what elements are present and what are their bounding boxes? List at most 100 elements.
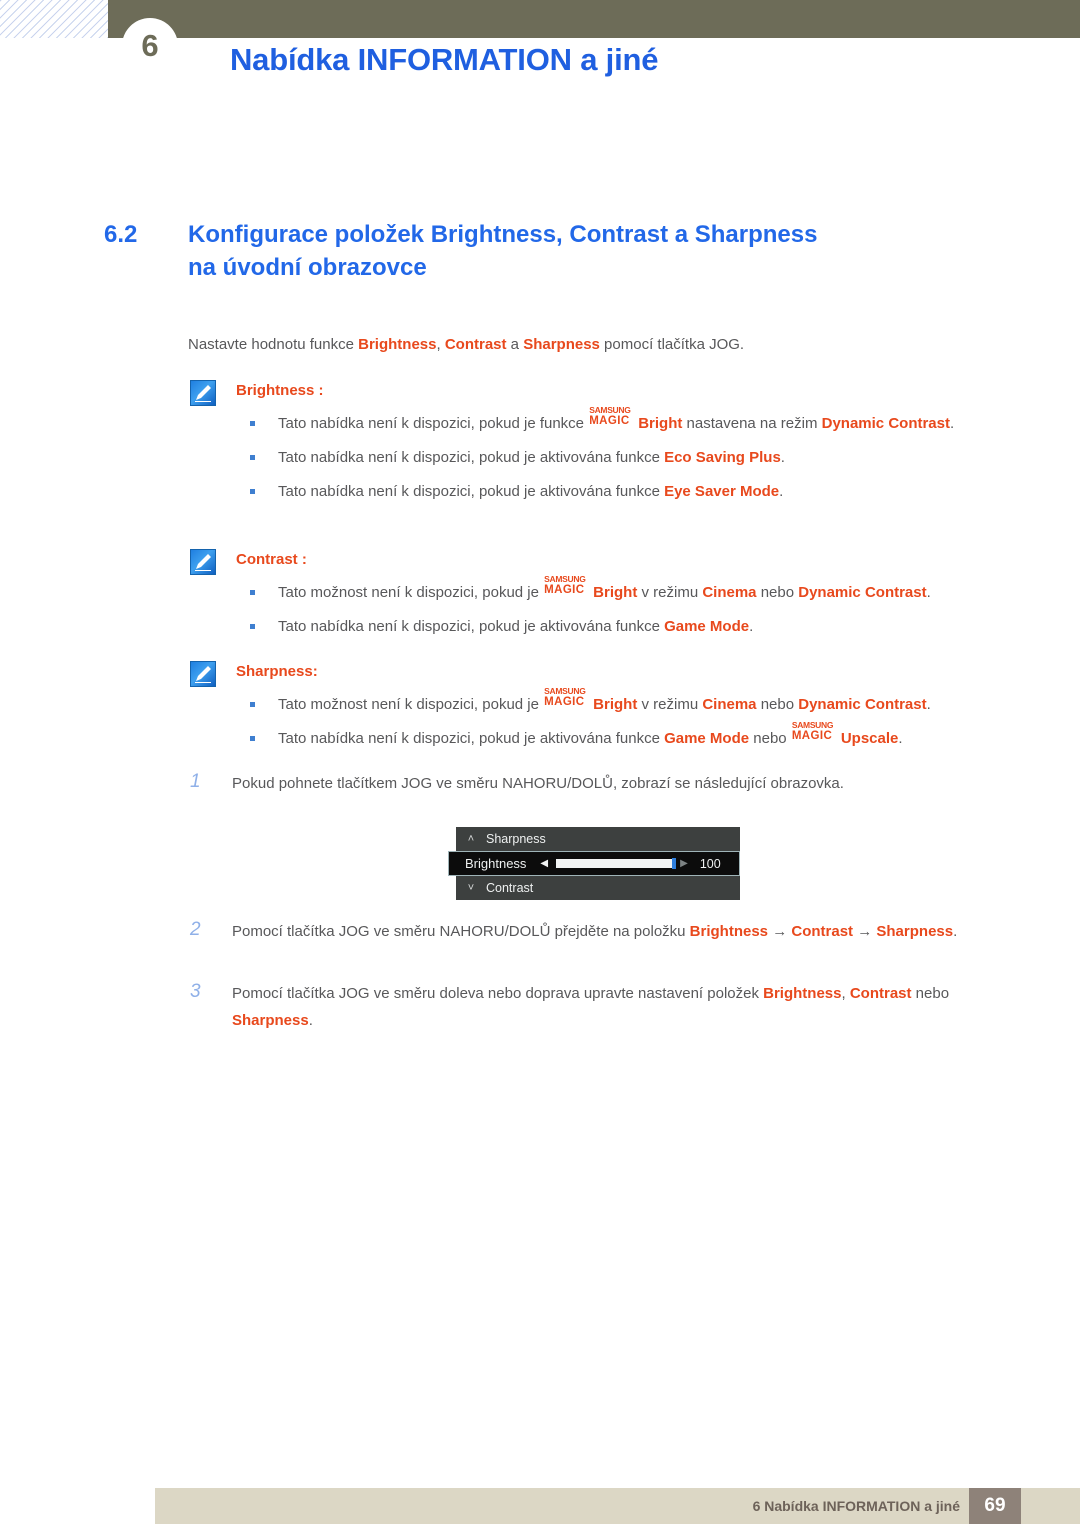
keyword-text: Eye Saver Mode [664, 483, 780, 500]
note-block: Sharpness: Tato možnost není k dispozici,… [190, 661, 1020, 751]
note-bullet-item: Tato možnost není k dispozici, pokud je … [236, 575, 1020, 605]
keyword-text: Sharpness [876, 923, 954, 940]
osd-row-label: Sharpness [486, 832, 546, 846]
note-bullet-item: Tato nabídka není k dispozici, pokud je … [236, 406, 1020, 436]
intro-text-4: pomocí tlačítka JOG. [599, 336, 745, 353]
step-number: 2 [190, 919, 201, 940]
body-text: . [953, 923, 958, 940]
brightness-value: 100 [699, 856, 721, 871]
step-text: Pokud pohnete tlačítkem JOG ve směru NAH… [232, 770, 1020, 797]
intro-text-2: , [436, 336, 445, 353]
note-title-text: Contrast [236, 551, 298, 568]
step-text: Pomocí tlačítka JOG ve směru NAHORU/DOLŮ… [232, 918, 1020, 945]
note-title: Brightness : [236, 380, 1020, 402]
intro-keyword-contrast: Contrast [444, 336, 507, 353]
keyword-text: Bright [593, 696, 638, 713]
samsung-magic-logo: SAMSUNG MAGIC [792, 721, 841, 745]
body-text: . [749, 618, 754, 635]
samsung-logo-text: SAMSUNG [791, 720, 834, 730]
body-text: → [768, 923, 792, 940]
body-text: Tato nabídka není k dispozici, pokud je … [278, 415, 589, 432]
samsung-logo-text: SAMSUNG [544, 686, 586, 696]
keyword-text: Cinema [702, 696, 757, 713]
note-pencil-icon [190, 549, 216, 575]
samsung-magic-logo: SAMSUNG MAGIC [544, 575, 593, 599]
step-item: 3 Pomocí tlačítka JOG ve směru doleva neb… [190, 980, 1020, 1034]
section-number: 6.2 [104, 221, 138, 248]
magic-logo-text: MAGIC [589, 415, 630, 427]
osd-row[interactable]: ˄ Sharpness [456, 827, 740, 851]
keyword-text: Upscale [840, 730, 899, 747]
body-text: Tato nabídka není k dispozici, pokud je … [278, 730, 665, 747]
note-title-colon: : [312, 663, 318, 680]
note-title: Contrast : [236, 549, 1020, 571]
keyword-text: Dynamic Contrast [798, 584, 927, 601]
note-bullet-item: Tato nabídka není k dispozici, pokud je … [236, 480, 1020, 504]
body-text: nebo [756, 584, 799, 601]
body-text: Pomocí tlačítka JOG ve směru doleva nebo… [232, 985, 764, 1002]
keyword-text: Bright [638, 415, 683, 432]
body-text: Tato možnost není k dispozici, pokud je [278, 584, 544, 601]
body-text: , [841, 985, 850, 1002]
body-text: . [780, 449, 785, 466]
section-heading: 6.2 Konfigurace položek Brightness, Cont… [104, 218, 1004, 284]
body-text: Tato možnost není k dispozici, pokud je [278, 696, 544, 713]
step-text: Pomocí tlačítka JOG ve směru doleva nebo… [232, 980, 1020, 1034]
note-block: Contrast : Tato možnost není k dispozici,… [190, 549, 1020, 639]
step-item: 1 Pokud pohnete tlačítkem JOG ve směru NA… [190, 770, 1020, 797]
osd-row-active[interactable]: Brightness ◀ ▶ 100 [448, 851, 740, 876]
brightness-slider-track[interactable] [556, 858, 677, 869]
brightness-slider-thumb[interactable] [672, 858, 677, 869]
samsung-logo-text: SAMSUNG [589, 405, 631, 415]
section-title-line1: Konfigurace položek Brightness, Contrast… [188, 221, 818, 248]
note-bullet-list: Tato nabídka není k dispozici, pokud je … [190, 406, 1020, 504]
note-title-text: Brightness [236, 382, 315, 399]
body-text: . [926, 696, 931, 713]
magic-logo-text: MAGIC [544, 696, 585, 708]
keyword-text: Brightness [689, 923, 769, 940]
header-stripe-pattern [0, 0, 108, 38]
keyword-text: Contrast [791, 923, 854, 940]
document-page: 6 Nabídka INFORMATION a jiné 6.2 Konfigu… [0, 0, 1080, 1527]
intro-keyword-sharpness: Sharpness [523, 336, 600, 353]
note-title-colon: : [297, 551, 307, 568]
chevron-up-icon: ˄ [467, 833, 475, 845]
body-text: nastavena na režim [682, 415, 822, 432]
body-text: . [308, 1012, 313, 1029]
keyword-text: Eco Saving Plus [664, 449, 781, 466]
keyword-text: Bright [593, 584, 638, 601]
chapter-number-badge: 6 [122, 18, 178, 74]
intro-keyword-brightness: Brightness [358, 336, 437, 353]
section-title-line2: na úvodní obrazovce [188, 254, 427, 281]
samsung-magic-logo: SAMSUNG MAGIC [589, 406, 638, 430]
note-title: Sharpness: [236, 661, 1020, 683]
body-text: → [853, 923, 877, 940]
body-text: . [779, 483, 784, 500]
note-bullet-item: Tato možnost není k dispozici, pokud je … [236, 687, 1020, 717]
note-title-colon: : [314, 382, 324, 399]
keyword-text: Cinema [702, 584, 757, 601]
keyword-text: Sharpness [232, 1012, 309, 1029]
keyword-text: Game Mode [664, 730, 750, 747]
intro-paragraph: Nastavte hodnotu funkce Brightness, Cont… [188, 334, 744, 356]
note-block: Brightness : Tato nabídka není k dispozic… [190, 380, 1020, 504]
footer-page-number: 69 [969, 1488, 1021, 1524]
body-text: v režimu [637, 696, 703, 713]
osd-row[interactable]: ˅ Contrast [456, 876, 740, 900]
slider-right-arrow-icon[interactable]: ▶ [680, 858, 688, 869]
slider-left-arrow-icon[interactable]: ◀ [540, 858, 548, 869]
body-text: Tato nabídka není k dispozici, pokud je … [278, 618, 665, 635]
note-pencil-icon [190, 380, 216, 406]
body-text: Pokud pohnete tlačítkem JOG ve směru NAH… [232, 775, 844, 792]
samsung-logo-text: SAMSUNG [544, 574, 586, 584]
note-bullet-list: Tato možnost není k dispozici, pokud je … [190, 687, 1020, 751]
body-text: . [898, 730, 903, 747]
keyword-text: Contrast [849, 985, 912, 1002]
body-text: nebo [749, 730, 791, 747]
body-text: nebo [756, 696, 799, 713]
note-bullet-list: Tato možnost není k dispozici, pokud je … [190, 575, 1020, 639]
intro-text-3: a [506, 336, 524, 353]
body-text: . [926, 584, 931, 601]
keyword-text: Game Mode [664, 618, 750, 635]
body-text: . [950, 415, 955, 432]
